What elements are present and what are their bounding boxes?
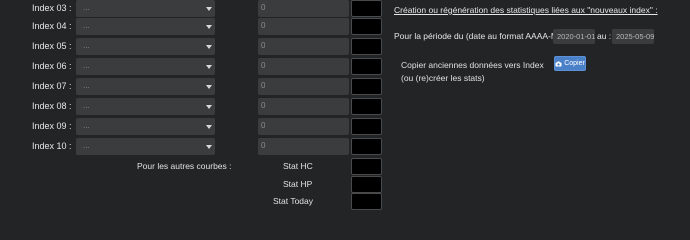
chevron-down-icon [206,145,212,149]
select-placeholder: ... [83,61,90,70]
index-label: Index 08 : [32,101,72,111]
index-value-field[interactable]: 0 [258,38,349,55]
index-output-box [351,18,382,35]
select-placeholder: ... [83,21,90,30]
index-value: 0 [261,41,266,50]
index-select[interactable]: ... [76,58,215,75]
index-output-box [351,98,382,115]
index-label: Index 06 : [32,61,72,71]
select-placeholder: ... [83,3,90,12]
index-select[interactable]: ... [76,98,215,115]
other-curves-label: Pour les autres courbes : [137,161,232,171]
stat-label: Stat Today [273,196,314,206]
index-value-field[interactable]: 0 [258,78,349,95]
select-placeholder: ... [83,41,90,50]
index-label: Index 04 : [32,21,72,31]
stat-output-box [351,176,382,193]
index-value: 0 [261,81,266,90]
index-output-box [351,58,382,75]
page: Index 03 :... 0 Index 04 :... 0 Index 05 :..… [0,0,690,214]
index-value-field[interactable]: 0 [258,98,349,115]
index-label: Index 10 : [32,141,72,151]
index-value-field[interactable]: 0 [258,138,349,155]
date-to-value: 2025-05-09 [616,32,655,41]
index-value: 0 [261,101,266,110]
copy-button[interactable]: Copier [554,56,586,71]
index-select[interactable]: ... [76,38,215,55]
chevron-down-icon [206,25,212,29]
index-output-box [351,0,382,17]
stat-label: Stat HP [283,179,313,189]
index-label: Index 09 : [32,121,72,131]
index-select[interactable]: ... [76,18,215,35]
date-from-value: 2020-01-01 [557,32,596,41]
index-value: 0 [261,21,266,30]
select-placeholder: ... [83,141,90,150]
stats-heading: Création ou régénération des statistique… [394,5,658,15]
index-value-field[interactable]: 0 [258,18,349,35]
index-select[interactable]: ... [76,138,215,155]
copy-button-label: Copier [564,60,585,67]
index-output-box [351,78,382,95]
date-from-field[interactable]: 2020-01-01 [553,29,595,44]
stat-output-box [351,158,382,175]
chevron-down-icon [206,45,212,49]
index-value-field[interactable]: 0 [258,58,349,75]
chevron-down-icon [206,85,212,89]
index-label: Index 05 : [32,41,72,51]
index-value-field[interactable]: 0 [258,118,349,135]
stat-output-box [351,193,382,210]
index-select[interactable]: ... [76,118,215,135]
index-select[interactable]: ... [76,78,215,95]
select-placeholder: ... [83,121,90,130]
select-placeholder: ... [83,81,90,90]
index-value: 0 [261,61,266,70]
au-label: au : [597,31,612,41]
chevron-down-icon [206,7,212,11]
index-output-box [351,38,382,55]
index-value: 0 [261,141,266,150]
stat-label: Stat HC [283,161,313,171]
index-value: 0 [261,3,266,12]
index-select[interactable]: ... [76,0,215,17]
chevron-down-icon [206,65,212,69]
copy-description: Copier anciennes données vers Index (ou … [401,60,544,83]
chevron-down-icon [206,105,212,109]
select-placeholder: ... [83,101,90,110]
chevron-down-icon [206,125,212,129]
index-output-box [351,118,382,135]
index-value: 0 [261,121,266,130]
date-to-field[interactable]: 2025-05-09 [612,29,654,44]
index-label: Index 03 : [32,3,72,13]
index-label: Index 07 : [32,81,72,91]
index-output-box [351,138,382,155]
index-value-field[interactable]: 0 [258,0,349,17]
camera-icon [555,61,562,67]
